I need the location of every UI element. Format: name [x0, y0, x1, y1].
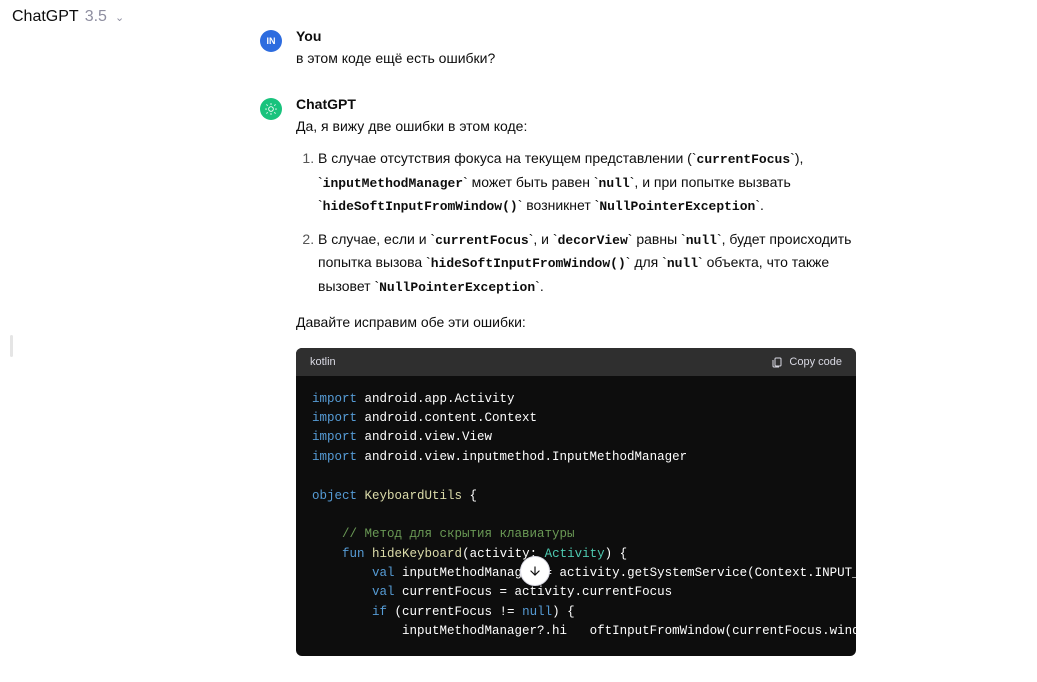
user-author: You: [296, 28, 860, 44]
error-list: В случае отсутствия фокуса на текущем пр…: [296, 147, 860, 298]
model-name: ChatGPT: [12, 8, 79, 26]
assistant-intro: Да, я вижу две ошибки в этом коде:: [296, 116, 860, 138]
model-switcher[interactable]: ChatGPT 3.5 ⌄: [12, 8, 124, 26]
user-message: IN You в этом коде ещё есть ошибки?: [260, 28, 860, 70]
assistant-author: ChatGPT: [296, 96, 860, 112]
list-item: В случае отсутствия фокуса на текущем пр…: [318, 147, 860, 217]
assistant-avatar: [260, 98, 282, 120]
assistant-outro: Давайте исправим обе эти ошибки:: [296, 312, 860, 334]
conversation: IN You в этом коде ещё есть ошибки? Chat…: [260, 28, 860, 682]
copy-code-button[interactable]: Copy code: [771, 356, 842, 368]
clipboard-icon: [771, 356, 783, 368]
list-item: В случае, если и `currentFocus`, и `deco…: [318, 228, 860, 298]
assistant-message: ChatGPT Да, я вижу две ошибки в этом код…: [260, 96, 860, 656]
user-text: в этом коде ещё есть ошибки?: [296, 48, 860, 70]
arrow-down-icon: [528, 564, 542, 578]
scroll-to-bottom-button[interactable]: [520, 556, 550, 586]
sidebar-handle[interactable]: [10, 335, 13, 357]
chevron-down-icon: ⌄: [115, 11, 124, 24]
code-block: kotlin Copy code import android.app.Acti…: [296, 348, 856, 656]
code-lang: kotlin: [310, 356, 336, 368]
code-content[interactable]: import android.app.Activity import andro…: [296, 376, 856, 656]
user-avatar: IN: [260, 30, 282, 52]
model-version: 3.5: [85, 8, 107, 26]
